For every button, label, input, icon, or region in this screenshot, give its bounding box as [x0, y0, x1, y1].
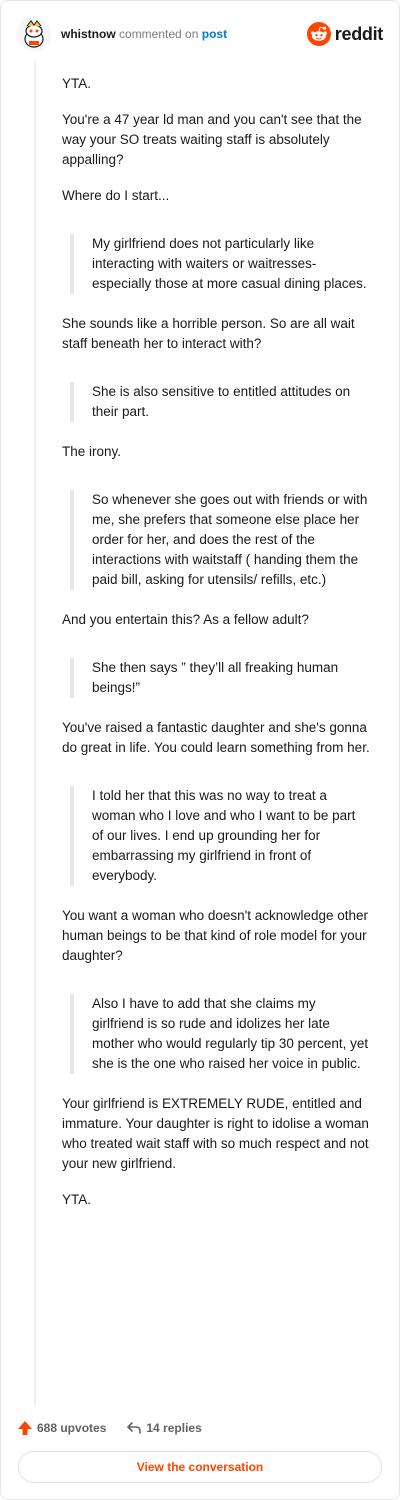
blockquote: So whenever she goes out with friends or… [70, 490, 370, 590]
replies-button[interactable]: 14 replies [126, 1420, 202, 1436]
quote-text: I told her that this was no way to treat… [92, 788, 356, 883]
reddit-logo-icon [306, 22, 331, 46]
quote-text: Also I have to add that she claims my gi… [92, 996, 369, 1071]
username-link[interactable]: whistnow [61, 27, 116, 41]
quote-text: She is also sensitive to entitled attitu… [92, 384, 351, 419]
upvote-arrow-icon [18, 1421, 32, 1435]
paragraph: You've raised a fantastic daughter and s… [62, 720, 370, 755]
snoo-avatar-icon[interactable] [17, 17, 51, 51]
post-link[interactable]: post [202, 27, 227, 41]
blockquote: I told her that this was no way to treat… [70, 786, 370, 886]
reddit-brand[interactable]: reddit [306, 22, 384, 46]
paragraph: And you entertain this? As a fellow adul… [62, 612, 309, 627]
comment-header: whistnow commented on post reddit [17, 15, 383, 53]
quote-text: My girlfriend does not particularly like… [92, 236, 367, 291]
comment-footer: 688 upvotes 14 replies [17, 1415, 383, 1441]
paragraph: She sounds like a horrible person. So ar… [62, 316, 355, 351]
view-conversation-label: View the conversation [136, 1460, 264, 1474]
paragraph: YTA. [62, 1192, 92, 1207]
quote-text: So whenever she goes out with friends or… [92, 492, 368, 587]
quote-text: She then says ” they’ll all freaking hum… [92, 660, 339, 695]
blockquote: Also I have to add that she claims my gi… [70, 994, 370, 1074]
reply-count: 14 replies [146, 1421, 202, 1435]
reply-arrow-icon [127, 1422, 142, 1434]
paragraph: The irony. [62, 444, 122, 459]
brand-text: reddit [334, 23, 384, 44]
comment-body: YTA. You're a 47 year ld man and you can… [62, 74, 370, 1226]
paragraph: Your girlfriend is EXTREMELY RUDE, entit… [62, 1096, 369, 1171]
comment-card: whistnow commented on post reddit YTA. Y… [0, 0, 400, 1500]
paragraph: Where do I start... [62, 188, 170, 203]
view-conversation-button[interactable]: View the conversation [18, 1451, 382, 1483]
blockquote: She then says ” they’ll all freaking hum… [70, 658, 370, 698]
paragraph: YTA. [62, 76, 92, 91]
blockquote: My girlfriend does not particularly like… [70, 234, 370, 294]
paragraph: You want a woman who doesn't acknowledge… [62, 908, 369, 963]
thread-line [34, 61, 36, 1407]
comment-meta: whistnow commented on post [61, 27, 227, 41]
blockquote: She is also sensitive to entitled attitu… [70, 382, 370, 422]
upvote-button[interactable]: 688 upvotes [17, 1420, 106, 1436]
paragraph: You're a 47 year ld man and you can't se… [62, 112, 362, 167]
upvote-count: 688 upvotes [37, 1421, 107, 1435]
commented-on-text: commented on [119, 27, 199, 41]
